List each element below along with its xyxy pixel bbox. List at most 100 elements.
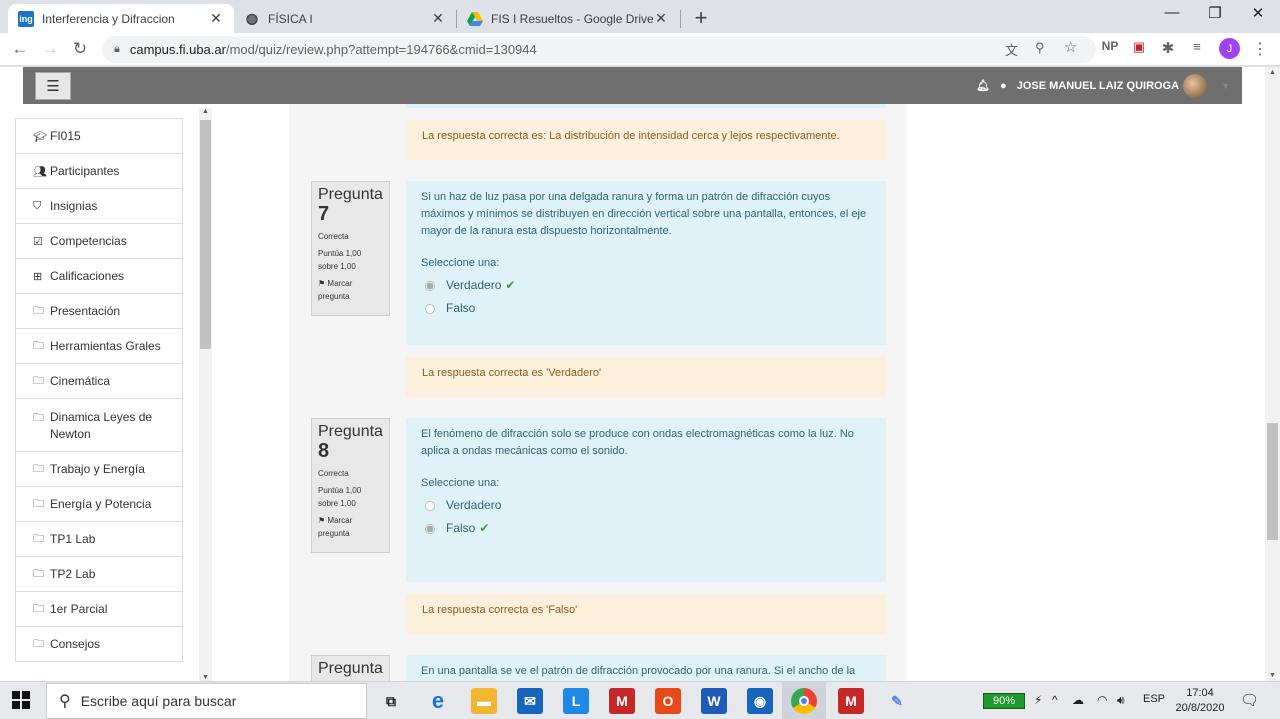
question-text: En una pantalla se ve el patrón de difra… [421, 665, 856, 677]
tab-fisica[interactable]: ◍ FÍSICA I ✕ [234, 4, 456, 33]
mcafee-icon[interactable]: M [609, 688, 635, 714]
file-explorer-icon[interactable]: ▬ [471, 688, 497, 714]
drawer-item-parcial[interactable]: 🗀 1er Parcial [15, 591, 183, 627]
question-feedback-8: La respuesta correcta es 'Falso' [406, 594, 886, 634]
battery-indicator[interactable]: 90% [983, 693, 1025, 709]
drawer-toggle-button[interactable]: ☰ [35, 72, 71, 100]
radio-unselected[interactable] [425, 500, 435, 511]
office-icon[interactable]: O [655, 688, 681, 714]
drawer-item-participantes[interactable]: 👥︎ Participantes [15, 153, 183, 189]
clock-time: 17:04 [1186, 687, 1214, 699]
drawer-item-calificaciones[interactable]: ⊞ Calificaciones [15, 258, 183, 294]
flag-question-link[interactable]: ⚑ Marcar pregunta [318, 277, 383, 303]
drawer-item-insignias[interactable]: ⛉ Insignias [15, 188, 183, 224]
question-info-9: Pregunta [311, 655, 390, 681]
user-name: JOSE MANUEL LAIZ QUIROGA [1016, 79, 1180, 92]
page-scroll-thumb[interactable] [1267, 423, 1278, 540]
chrome-icon[interactable] [791, 688, 817, 714]
volume-icon[interactable]: 🔊︎ [1117, 693, 1125, 708]
prev-feedback: La respuesta correcta es: La distribució… [406, 120, 886, 160]
tab-separator [680, 10, 681, 28]
address-bar[interactable]: 🔒︎ campus.fi.uba.ar/mod/quiz/review.php?… [102, 36, 1096, 63]
l-app-icon[interactable]: L [563, 688, 589, 714]
radio-unselected[interactable] [425, 303, 435, 314]
language-indicator[interactable]: ESP [1143, 693, 1165, 705]
forward-icon[interactable]: → [40, 39, 60, 59]
tab-google-drive[interactable]: FIS I Resueltos - Google Drive ✕ [457, 4, 679, 33]
battery-plug-icon: ⚡︎ [1034, 693, 1043, 707]
drawer-item-tp2[interactable]: 🗀 TP2 Lab [15, 556, 183, 592]
profile-avatar[interactable]: J [1219, 38, 1240, 59]
bookmark-star-icon[interactable]: ☆ [1064, 38, 1077, 56]
drawer-item-fi015[interactable]: 🎓︎ FI015 [15, 118, 183, 154]
moodle-navbar: ☰ 🔔︎ ● JOSE MANUEL LAIZ QUIROGA ▼ [23, 67, 1242, 104]
drawer-scroll-thumb[interactable] [200, 120, 211, 349]
taskbar-search[interactable]: ⚲ Escribe aquí para buscar [46, 683, 367, 719]
drawer-item-dinamica[interactable]: 🗀 Dinamica Leyes de Newton [15, 398, 183, 452]
flag-icon: ⚑ [318, 279, 328, 288]
zoom-icon[interactable]: ⚲ [1035, 40, 1045, 56]
drawer-item-presentacion[interactable]: 🗀 Presentación [15, 293, 183, 329]
answer-option[interactable]: Verdadero ✔ [421, 274, 871, 297]
minimize-icon[interactable]: — [1152, 4, 1192, 21]
user-menu[interactable]: 🔔︎ ● JOSE MANUEL LAIZ QUIROGA ▼ [976, 67, 1230, 104]
close-window-icon[interactable]: ✕ [1238, 4, 1278, 22]
close-tab-icon[interactable]: ✕ [653, 10, 669, 27]
drawer-scrollbar[interactable]: ▲ ▼ [199, 108, 212, 681]
question-text: Si un haz de luz pasa por una delgada ra… [421, 191, 867, 237]
messages-icon[interactable]: ● [1000, 80, 1007, 92]
radio-selected[interactable] [425, 280, 435, 291]
chrome-menu-icon[interactable]: ⋮ [1250, 39, 1270, 59]
tab-title: FÍSICA I [268, 11, 313, 26]
windows-start-icon[interactable] [12, 691, 30, 709]
puzzle-extensions-icon[interactable]: ✱ [1158, 39, 1178, 57]
back-icon[interactable]: ← [10, 39, 30, 59]
maximize-icon[interactable]: ❐ [1195, 4, 1235, 22]
notifications-icon[interactable]: 🗨 [1240, 691, 1259, 709]
paint-icon[interactable]: ✎ [884, 688, 910, 714]
edge-icon[interactable]: e [425, 688, 451, 714]
scroll-down-icon[interactable]: ▼ [1265, 672, 1280, 679]
app-icon[interactable]: ◉ [747, 688, 773, 714]
drawer-item-competencias[interactable]: ☑ Competencias [15, 223, 183, 259]
page-scrollbar[interactable]: ▲ ▼ [1265, 67, 1280, 681]
chevron-up-icon[interactable]: ^ [1052, 693, 1058, 707]
pocket-extension-icon[interactable]: ▣ [1129, 39, 1149, 55]
reload-icon[interactable]: ↻ [70, 39, 90, 59]
scroll-up-icon[interactable]: ▲ [1265, 69, 1280, 76]
translate-icon[interactable]: 文 [1005, 40, 1018, 59]
close-tab-icon[interactable]: ✕ [208, 10, 224, 27]
drawer-item-consejos[interactable]: 🗀 Consejos [15, 626, 183, 662]
media-queue-icon[interactable]: ≡ [1187, 39, 1207, 54]
wifi-icon[interactable]: ◠ [1097, 693, 1107, 707]
mcafee-icon[interactable]: M [838, 688, 864, 714]
scroll-down-icon[interactable]: ▼ [199, 674, 212, 681]
np-extension-icon[interactable]: NP [1100, 39, 1120, 53]
question-feedback-7: La respuesta correcta es 'Verdadero' [406, 357, 886, 397]
answer-option[interactable]: Falso ✔ [421, 517, 871, 540]
drawer-item-trabajo[interactable]: 🗀 Trabajo y Energía [15, 451, 183, 487]
word-icon[interactable]: W [701, 688, 727, 714]
folder-icon: 🗀 [33, 567, 44, 580]
task-view-icon[interactable]: ⧉ [378, 688, 404, 714]
new-tab-icon[interactable]: + [690, 5, 712, 31]
drawer-item-herramientas[interactable]: 🗀 Herramientas Grales [15, 328, 183, 364]
tab-interferencia[interactable]: ing Interferencia y Difraccion ✕ [8, 4, 234, 33]
onedrive-icon[interactable]: ☁ [1072, 693, 1084, 707]
users-icon: 👥︎ [33, 165, 47, 178]
answer-option[interactable]: Verdadero [421, 494, 871, 517]
bell-icon[interactable]: 🔔︎ [976, 79, 990, 92]
answer-option[interactable]: Falso [421, 297, 871, 320]
chevron-down-icon: ▼ [1221, 80, 1230, 91]
answer-prompt: Seleccione una: [421, 257, 500, 269]
drawer-item-energia[interactable]: 🗀 Energía y Potencia [15, 486, 183, 522]
drawer-item-tp1[interactable]: 🗀 TP1 Lab [15, 521, 183, 557]
mail-icon[interactable]: ✉ [517, 688, 543, 714]
radio-selected[interactable] [425, 523, 435, 534]
close-tab-icon[interactable]: ✕ [430, 10, 446, 27]
flag-question-link[interactable]: ⚑ Marcar pregunta [318, 514, 383, 540]
scroll-up-icon[interactable]: ▲ [199, 108, 212, 115]
drawer-item-cinematica[interactable]: 🗀 Cinemática [15, 363, 183, 399]
page-viewport: ☰ 🔔︎ ● JOSE MANUEL LAIZ QUIROGA ▼ 🎓︎ FI01… [0, 67, 1280, 681]
clock[interactable]: 17:04 20/8/2020 [1170, 686, 1230, 716]
